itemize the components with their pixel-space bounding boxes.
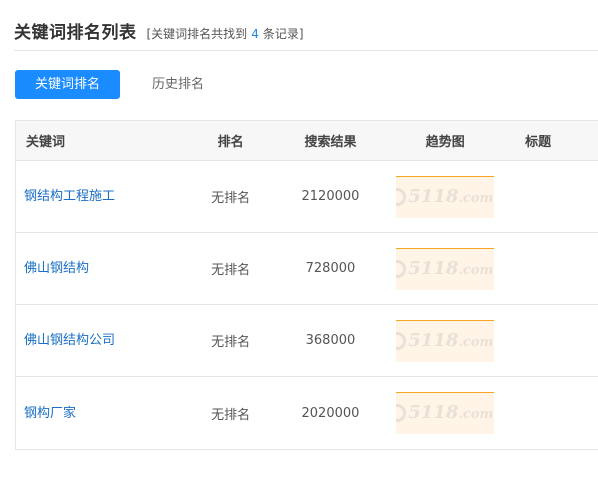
column-header-rank[interactable]: 排名 xyxy=(166,131,296,150)
watermark-logo: 5118.com xyxy=(396,186,494,207)
tab-keyword-ranking[interactable]: 关键词排名 xyxy=(15,70,120,99)
rank-cell: 无排名 xyxy=(211,335,251,350)
keyword-link[interactable]: 佛山钢结构 xyxy=(24,258,119,279)
trend-chart[interactable]: 5118.com xyxy=(396,175,495,218)
table-row: 佛山钢结构 无排名 728000 5118.com xyxy=(16,233,598,305)
ranking-table: 关键词 排名 搜索结果 趋势图 标题 钢结构工程施工 无排名 2120000 5… xyxy=(15,120,598,450)
watermark-logo: 5118.com xyxy=(396,258,494,279)
record-count: 4 xyxy=(251,27,259,41)
watermark-logo: 5118.com xyxy=(396,402,494,423)
tab-history-ranking[interactable]: 历史排名 xyxy=(132,70,224,99)
results-cell: 2120000 xyxy=(301,189,360,204)
table-row: 佛山钢结构公司 无排名 368000 5118.com xyxy=(16,305,598,377)
table-row: 钢构厂家 无排名 2020000 5118.com xyxy=(16,377,598,449)
column-header-keyword[interactable]: 关键词 xyxy=(16,131,166,150)
column-header-results[interactable]: 搜索结果 xyxy=(296,131,366,150)
column-header-title: 标题 xyxy=(525,135,552,150)
record-summary-prefix: [关键词排名共找到 xyxy=(146,27,248,41)
trend-chart[interactable]: 5118.com xyxy=(396,319,495,362)
rank-cell: 无排名 xyxy=(211,407,251,423)
rank-cell: 无排名 xyxy=(211,191,251,206)
table-header: 关键词 排名 搜索结果 趋势图 标题 xyxy=(16,121,598,161)
column-header-trend: 趋势图 xyxy=(425,135,465,150)
keyword-link[interactable]: 钢结构工程施工 xyxy=(24,186,119,207)
page-title: 关键词排名列表 xyxy=(14,23,137,43)
record-summary-suffix: 条记录] xyxy=(262,27,304,41)
watermark-logo: 5118.com xyxy=(396,330,494,351)
table-row: 钢结构工程施工 无排名 2120000 5118.com xyxy=(16,161,598,233)
trend-chart[interactable]: 5118.com xyxy=(396,392,495,434)
results-cell: 728000 xyxy=(305,261,356,276)
page-header: 关键词排名列表 [关键词排名共找到 4 条记录] xyxy=(14,18,304,43)
keyword-link[interactable]: 佛山钢结构公司 xyxy=(24,330,119,351)
record-summary: [关键词排名共找到 4 条记录] xyxy=(147,25,304,42)
keyword-link[interactable]: 钢构厂家 xyxy=(24,403,119,424)
rank-cell: 无排名 xyxy=(211,263,251,278)
header-divider xyxy=(14,50,598,51)
trend-chart[interactable]: 5118.com xyxy=(396,247,495,290)
tab-bar: 关键词排名 历史排名 xyxy=(15,70,224,99)
results-cell: 2020000 xyxy=(301,405,360,421)
results-cell: 368000 xyxy=(305,333,356,348)
